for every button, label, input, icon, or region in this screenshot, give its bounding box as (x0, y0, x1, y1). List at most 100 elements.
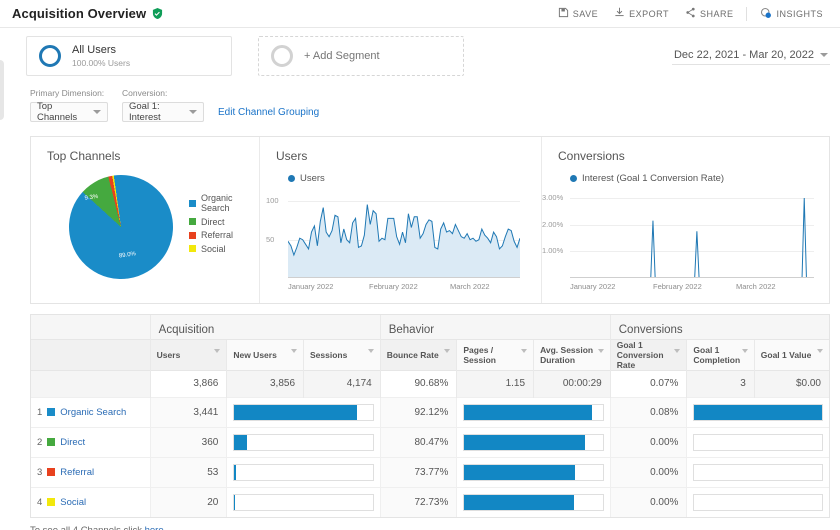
y-tick-label: 3.00% (542, 193, 564, 202)
bar-cell (456, 456, 611, 487)
footer-text-after: . (164, 525, 167, 530)
bar-track (463, 463, 604, 481)
users-cell: 360 (149, 426, 227, 457)
table-row[interactable]: 1 Organic Search 3,441 92.12% 0.08% (31, 396, 829, 427)
group-spacer (31, 315, 151, 339)
users-cell: 20 (149, 486, 227, 517)
group-conversions: Conversions (609, 315, 829, 339)
insights-button[interactable]: INSIGHTS (753, 4, 830, 24)
sort-arrow-icon (597, 348, 604, 353)
segment-ring-icon (39, 45, 61, 67)
column-header[interactable]: Goal 1 Conversion Rate (609, 338, 687, 370)
conversion-group: Conversion: Goal 1: Interest (122, 88, 204, 123)
channel-name-link[interactable]: Organic Search (60, 407, 126, 418)
dimension-controls: Primary Dimension: Top Channels Conversi… (0, 86, 840, 123)
summary-cell: 0.07% (609, 369, 687, 397)
x-tick-label: January 2022 (570, 282, 616, 291)
sort-arrow-icon (817, 348, 823, 353)
summary-cell: 00:00:29 (533, 369, 611, 397)
save-icon (558, 7, 569, 20)
bar-fill (234, 404, 358, 420)
primary-dimension-select[interactable]: Top Channels (30, 101, 108, 123)
bounce-rate-cell: 80.47% (379, 426, 457, 457)
add-segment-button[interactable]: + Add Segment (258, 36, 464, 76)
sort-arrow-icon (291, 348, 298, 353)
export-button[interactable]: EXPORT (607, 4, 676, 23)
date-range-picker[interactable]: Dec 22, 2021 - Mar 20, 2022 (671, 47, 830, 65)
primary-dimension-label: Primary Dimension: (30, 88, 105, 98)
segment-percent: 100.00% Users (72, 58, 131, 68)
pie-legend: Organic Search Direct Referral Social (189, 193, 259, 279)
legend-label: Referral (201, 230, 234, 240)
channel-cell[interactable]: 1 Organic Search (31, 396, 151, 427)
channel-cell[interactable]: 2 Direct (31, 426, 151, 457)
export-label: EXPORT (629, 8, 669, 19)
sort-arrow-icon (214, 348, 221, 353)
conversion-select[interactable]: Goal 1: Interest (122, 101, 204, 123)
bar-fill (464, 494, 574, 510)
see-all-channels-link[interactable]: here (145, 525, 164, 530)
left-edge-shadow (0, 60, 4, 120)
table-row[interactable]: 3 Referral 53 73.77% 0.00% (31, 456, 829, 487)
chevron-down-icon (820, 53, 828, 57)
table-row[interactable]: 2 Direct 360 80.47% 0.00% (31, 426, 829, 457)
insights-icon (760, 7, 772, 21)
pie-legend-item: Organic Search (189, 193, 259, 213)
conversions-legend-dot-icon (570, 175, 577, 182)
column-header[interactable]: Goal 1 Completion (686, 338, 755, 370)
y-tick-label: 1.00% (542, 246, 564, 256)
summary-cell: 1.15 (456, 369, 534, 397)
pie-legend-item: Social (189, 244, 259, 254)
column-header[interactable]: New Users (226, 338, 304, 370)
segment-name: All Users (72, 44, 117, 56)
share-button[interactable]: SHARE (678, 4, 741, 23)
legend-swatch-icon (189, 199, 196, 207)
conversion-label: Conversion: (122, 88, 168, 98)
edit-channel-grouping-link[interactable]: Edit Channel Grouping (218, 107, 319, 118)
legend-swatch-icon (189, 245, 196, 252)
add-segment-ring-icon (271, 45, 293, 67)
insights-label: INSIGHTS (776, 8, 823, 19)
channels-table-element: Acquisition Behavior Conversions Users Ne… (31, 315, 829, 517)
export-icon (614, 7, 625, 20)
column-header[interactable]: Goal 1 Value (753, 338, 829, 370)
channel-name-link[interactable]: Social (60, 497, 86, 508)
bar-cell (226, 456, 381, 487)
bar-track (693, 433, 823, 451)
bar-cell (456, 486, 611, 517)
bar-track (463, 433, 604, 451)
sort-arrow-icon (444, 348, 451, 353)
channel-name-link[interactable]: Referral (60, 467, 94, 478)
bar-cell (686, 456, 829, 487)
primary-dimension-value: Top Channels (37, 101, 78, 123)
conversions-chart: 1.00% 2.00% 3.00% (542, 190, 814, 278)
table-row[interactable]: 4 Social 20 72.73% 0.00% (31, 486, 829, 517)
table-header-row: Users New Users Sessions Bounce Rate Pages /… (31, 338, 829, 370)
primary-dimension-group: Primary Dimension: Top Channels (30, 88, 108, 123)
chevron-down-icon (93, 110, 101, 114)
conversions-title: Conversions (558, 149, 625, 163)
summary-cell: 90.68% (379, 369, 457, 397)
conversions-legend-label: Interest (Goal 1 Conversion Rate) (582, 173, 725, 184)
channel-cell[interactable]: 4 Social (31, 486, 151, 517)
y-tick-label: 50 (266, 234, 275, 244)
save-button[interactable]: SAVE (551, 4, 605, 23)
column-header[interactable]: Bounce Rate (379, 338, 457, 370)
channel-cell[interactable]: 3 Referral (31, 456, 151, 487)
channel-name-link[interactable]: Direct (60, 437, 85, 448)
share-label: SHARE (699, 8, 734, 19)
conversion-rate-cell: 0.00% (609, 426, 687, 457)
bar-track (463, 403, 604, 421)
legend-label: Social (201, 243, 226, 254)
bar-track (463, 493, 604, 511)
column-header[interactable]: Pages / Session (456, 338, 534, 370)
bar-fill (464, 434, 585, 450)
segment-all-users[interactable]: All Users 100.00% Users (26, 36, 232, 76)
column-header[interactable]: Sessions (303, 338, 381, 370)
bar-track (233, 433, 374, 451)
column-header[interactable]: Users (149, 338, 227, 370)
bounce-rate-cell: 72.73% (379, 486, 457, 517)
column-header[interactable]: Avg. Session Duration (533, 338, 611, 370)
bar-track (233, 403, 374, 421)
row-index: 4 (37, 496, 43, 508)
